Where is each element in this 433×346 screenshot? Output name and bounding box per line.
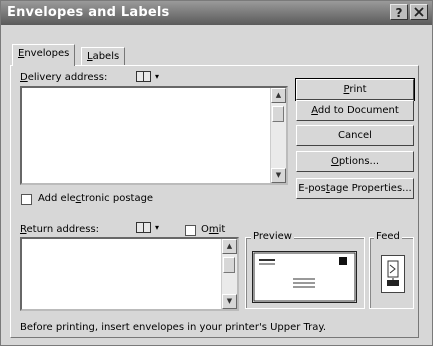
feed-option[interactable] bbox=[381, 255, 405, 293]
scroll-down-icon[interactable]: ▼ bbox=[271, 168, 286, 183]
omit-pre: O bbox=[201, 224, 209, 235]
feed-method-icon bbox=[387, 260, 399, 286]
title-bar: Envelopes and Labels ? bbox=[1, 1, 432, 25]
cancel-button[interactable]: Cancel bbox=[296, 125, 414, 146]
scroll-thumb[interactable] bbox=[272, 106, 284, 122]
postage-post: tronic postage bbox=[81, 193, 154, 204]
add-electronic-postage-label: Add electronic postage bbox=[38, 193, 153, 204]
chevron-down-icon[interactable]: ▾ bbox=[155, 72, 159, 81]
envelopes-labels-dialog: Envelopes and Labels ? Envelopes Labels … bbox=[0, 0, 433, 346]
omit-checkbox[interactable] bbox=[185, 225, 196, 236]
delivery-address-field[interactable]: ▲ ▼ bbox=[20, 86, 288, 185]
delivery-address-label: Delivery address: bbox=[20, 72, 107, 83]
help-button[interactable]: ? bbox=[390, 4, 408, 20]
options-post: ptions... bbox=[338, 156, 380, 167]
add-post: dd to Document bbox=[317, 105, 399, 116]
omit-post: it bbox=[218, 224, 226, 235]
return-scrollbar[interactable]: ▲ ▼ bbox=[221, 239, 237, 309]
tab-envelopes-label: nvelopes bbox=[24, 48, 70, 59]
return-address-field[interactable]: ▲ ▼ bbox=[20, 237, 239, 311]
feed-label: Feed bbox=[374, 231, 402, 242]
close-button[interactable] bbox=[410, 4, 428, 20]
envelope-preview[interactable] bbox=[252, 251, 357, 303]
delivery-scrollbar[interactable]: ▲ ▼ bbox=[270, 88, 286, 183]
footer-instruction: Before printing, insert envelopes in you… bbox=[20, 322, 327, 333]
postage-pre: Add ele bbox=[38, 193, 76, 204]
cancel-pre: Cancel bbox=[338, 130, 372, 141]
delivery-mnemonic: D bbox=[20, 72, 28, 83]
scroll-thumb[interactable] bbox=[223, 257, 235, 273]
e-postage-properties-button[interactable]: E-postage Properties... bbox=[296, 178, 414, 199]
tab-labels-label: abels bbox=[92, 51, 120, 62]
delivery-label-text: elivery address: bbox=[27, 72, 108, 83]
return-label-text: eturn address: bbox=[26, 224, 100, 235]
address-book-icon[interactable] bbox=[136, 71, 151, 82]
add-electronic-postage-checkbox[interactable] bbox=[21, 194, 32, 205]
address-book-icon[interactable] bbox=[136, 222, 151, 233]
options-mnemonic: O bbox=[330, 156, 339, 167]
scroll-up-icon[interactable]: ▲ bbox=[222, 239, 237, 254]
epostage-pre: E-pos bbox=[298, 183, 326, 194]
print-post: rint bbox=[349, 84, 367, 95]
add-mnemonic: A bbox=[311, 105, 318, 116]
scroll-up-icon[interactable]: ▲ bbox=[271, 88, 286, 103]
dialog-title: Envelopes and Labels bbox=[7, 5, 170, 20]
epostage-post: age Properties... bbox=[329, 183, 412, 194]
tab-labels[interactable]: Labels bbox=[81, 47, 126, 65]
add-to-document-button[interactable]: Add to Document bbox=[296, 100, 414, 121]
tab-envelopes[interactable]: Envelopes bbox=[12, 44, 76, 66]
chevron-down-icon[interactable]: ▾ bbox=[155, 223, 159, 232]
print-button[interactable]: Print bbox=[295, 78, 415, 101]
scroll-down-icon[interactable]: ▼ bbox=[222, 294, 237, 309]
options-button[interactable]: Options... bbox=[296, 151, 414, 172]
omit-label: Omit bbox=[201, 224, 225, 235]
preview-label: Preview bbox=[251, 231, 294, 242]
omit-mnemonic: m bbox=[208, 224, 219, 235]
close-icon bbox=[414, 7, 424, 17]
envelope-icon bbox=[253, 252, 356, 302]
return-address-label: Return address: bbox=[20, 224, 99, 235]
